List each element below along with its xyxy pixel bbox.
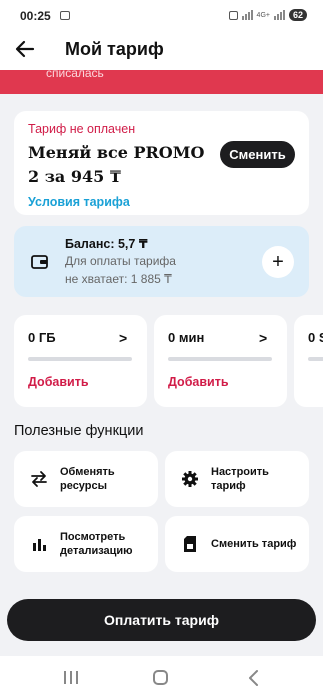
- tariff-status: Тариф не оплачен: [28, 122, 136, 136]
- resource-progress-bar: [28, 357, 132, 361]
- balance-note-line1: Для оплаты тарифа: [65, 254, 176, 268]
- signal-icon: [241, 10, 253, 20]
- sim-card-icon: [184, 536, 196, 552]
- gear-icon: [182, 471, 198, 487]
- change-tariff-button[interactable]: Сменить: [220, 141, 295, 168]
- function-label: Настроить тариф: [211, 466, 269, 492]
- exchange-resources-button[interactable]: Обменять ресурсы: [14, 451, 158, 507]
- tariff-name: Меняй все PROMO 2 за 945 ₸: [28, 143, 205, 186]
- bar-chart-icon: [33, 539, 46, 551]
- resource-card-minutes[interactable]: 0 мин > Добавить: [154, 315, 287, 407]
- resource-value: 0 мин: [168, 330, 205, 345]
- view-details-button[interactable]: Посмотреть детализацию: [14, 516, 158, 572]
- recent-apps-icon[interactable]: [64, 671, 78, 684]
- tariff-card: Тариф не оплачен Меняй все PROMO 2 за 94…: [14, 111, 309, 215]
- tariff-conditions-link[interactable]: Условия тарифа: [28, 195, 130, 209]
- balance-block: Баланс: 5,7 ₸ Для оплаты тарифа не хвата…: [14, 226, 309, 297]
- resource-card-internet[interactable]: 0 ГБ > Добавить: [14, 315, 147, 407]
- balance-amount: Баланс: 5,7 ₸: [65, 237, 148, 251]
- function-label: Обменять ресурсы: [60, 466, 115, 492]
- section-title: Полезные функции: [14, 423, 144, 439]
- add-internet-button[interactable]: Добавить: [28, 375, 89, 389]
- home-icon[interactable]: [153, 670, 168, 685]
- add-minutes-button[interactable]: Добавить: [168, 375, 229, 389]
- app-header: Мой тариф: [0, 32, 323, 70]
- screenshot-icon: [60, 11, 70, 20]
- resource-progress-bar: [308, 357, 323, 361]
- back-arrow-icon[interactable]: [14, 38, 36, 60]
- top-up-button[interactable]: +: [262, 246, 294, 278]
- signal-icon-2: [273, 10, 285, 20]
- status-bar: 00:25 4G+ 62: [0, 0, 323, 32]
- banner-text: списалась: [46, 70, 104, 80]
- back-nav-icon[interactable]: [246, 669, 262, 687]
- battery-indicator: 62: [288, 9, 307, 21]
- resource-value: 0 ГБ: [28, 330, 56, 345]
- configure-tariff-button[interactable]: Настроить тариф: [165, 451, 309, 507]
- function-label: Сменить тариф: [211, 538, 297, 550]
- resource-progress-bar: [168, 357, 272, 361]
- mute-icon: [228, 10, 238, 20]
- balance-note-line2: не хватает: 1 885 ₸: [65, 272, 172, 286]
- exchange-arrows-icon: [31, 471, 47, 487]
- chevron-right-icon: >: [119, 330, 128, 346]
- wallet-icon: [31, 255, 48, 269]
- system-nav-bar: [0, 656, 323, 700]
- status-icons: 4G+ 62: [228, 9, 307, 21]
- function-label: Посмотреть детализацию: [60, 531, 133, 557]
- change-tariff-function-button[interactable]: Сменить тариф: [165, 516, 309, 572]
- resource-card-sms[interactable]: 0 S: [294, 315, 323, 407]
- chevron-right-icon: >: [259, 330, 268, 346]
- status-time: 00:25: [20, 9, 51, 23]
- page-title: Мой тариф: [65, 39, 164, 59]
- notice-banner: списалась: [0, 70, 323, 94]
- pay-tariff-button[interactable]: Оплатить тариф: [7, 599, 316, 641]
- network-type: 4G+: [256, 11, 270, 19]
- resource-value: 0 S: [308, 330, 323, 345]
